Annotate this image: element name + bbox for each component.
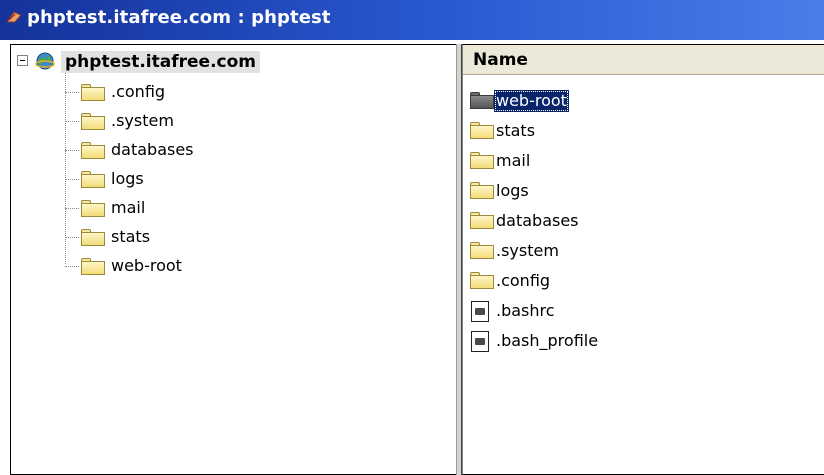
window-title: phptest.itafree.com : phptest	[27, 7, 331, 28]
globe-icon	[35, 52, 55, 70]
folder-icon	[470, 272, 494, 289]
column-header-name[interactable]: Name	[463, 45, 824, 75]
list-item-stats[interactable]: stats	[470, 118, 800, 144]
tree-item-system[interactable]: .system	[65, 110, 365, 132]
app-icon	[6, 11, 22, 23]
tree-connector	[65, 179, 79, 180]
list-item-config[interactable]: .config	[470, 268, 800, 294]
folder-icon	[470, 242, 494, 259]
list-item-label: web-root	[494, 90, 569, 112]
list-item-label: stats	[496, 121, 536, 140]
list-item-label: .config	[496, 271, 551, 290]
folder-icon	[81, 84, 105, 101]
tree-connector	[65, 150, 79, 151]
file-list-pane[interactable]: Name web-root stats mail logs databases …	[462, 44, 824, 475]
list-item-system[interactable]: .system	[470, 238, 800, 264]
folder-icon	[81, 229, 105, 246]
folder-icon	[81, 258, 105, 275]
tree-item-stats[interactable]: stats	[65, 226, 365, 248]
list-item-web-root[interactable]: web-root	[470, 88, 800, 114]
tree-item-config[interactable]: .config	[65, 81, 365, 103]
folder-icon	[470, 212, 494, 229]
tree-item-logs[interactable]: logs	[65, 168, 365, 190]
tree-item-label: .system	[111, 111, 174, 130]
folder-icon	[470, 122, 494, 139]
window-titlebar[interactable]: phptest.itafree.com : phptest	[0, 0, 824, 40]
folder-icon	[470, 92, 494, 109]
list-item-logs[interactable]: logs	[470, 178, 800, 204]
list-item-mail[interactable]: mail	[470, 148, 800, 174]
column-header-label: Name	[473, 50, 528, 70]
list-item-label: .system	[496, 241, 559, 260]
tree-item-label: .config	[111, 82, 166, 101]
folder-icon	[81, 142, 105, 159]
tree-item-label: mail	[111, 198, 146, 217]
file-icon	[471, 301, 489, 322]
folder-tree-pane[interactable]: phptest.itafree.com .config .system data…	[10, 44, 456, 475]
list-item-bashrc[interactable]: .bashrc	[470, 298, 800, 324]
tree-item-databases[interactable]: databases	[65, 139, 365, 161]
list-item-bash-profile[interactable]: .bash_profile	[470, 328, 800, 354]
list-item-label: databases	[496, 211, 579, 230]
collapse-toggle[interactable]	[17, 55, 28, 66]
folder-icon	[81, 200, 105, 217]
tree-connector	[65, 266, 79, 267]
folder-icon	[470, 182, 494, 199]
file-icon	[471, 331, 489, 352]
folder-icon	[81, 113, 105, 130]
tree-item-mail[interactable]: mail	[65, 197, 365, 219]
list-item-databases[interactable]: databases	[470, 208, 800, 234]
list-item-label: .bashrc	[496, 301, 555, 320]
tree-connector	[65, 237, 79, 238]
tree-item-label: databases	[111, 140, 194, 159]
tree-item-label: stats	[111, 227, 151, 246]
folder-icon	[81, 171, 105, 188]
folder-icon	[470, 152, 494, 169]
tree-item-label: web-root	[111, 256, 182, 275]
tree-connector	[65, 92, 79, 93]
tree-root-label[interactable]: phptest.itafree.com	[61, 51, 260, 73]
list-item-label: logs	[496, 181, 529, 200]
tree-connector	[65, 208, 79, 209]
tree-item-label: logs	[111, 169, 144, 188]
list-item-label: mail	[496, 151, 531, 170]
tree-item-web-root[interactable]: web-root	[65, 255, 365, 277]
tree-connector	[65, 121, 79, 122]
list-item-label: .bash_profile	[496, 331, 599, 350]
